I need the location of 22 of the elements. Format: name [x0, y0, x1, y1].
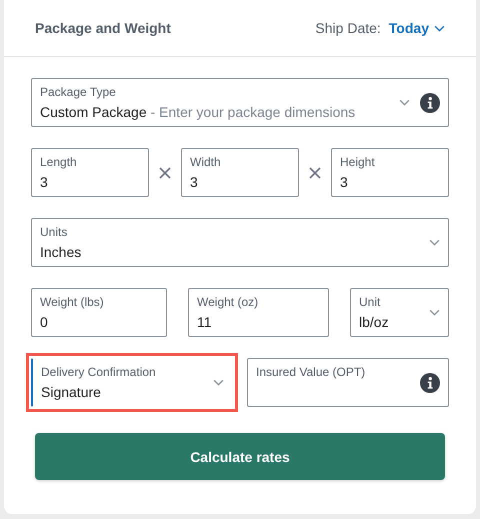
chevron-down-icon — [399, 99, 410, 106]
section-title: Package and Weight — [35, 20, 171, 36]
dropdown-field[interactable]: Unit lb/oz — [350, 288, 449, 337]
multiply-icon — [159, 166, 171, 178]
calculate-rates-button[interactable]: Calculate rates — [35, 433, 445, 480]
info-icon[interactable] — [420, 92, 440, 112]
input-field[interactable]: Height 3 — [331, 148, 449, 197]
chevron-down-icon — [434, 24, 445, 32]
ship-date-label: Ship Date: — [315, 20, 381, 36]
input-field[interactable]: Weight (lbs) 0 — [31, 288, 167, 337]
multiply-icon — [309, 166, 321, 178]
chevron-down-icon — [429, 239, 440, 246]
input-field[interactable]: Insured Value (OPT) — [247, 358, 449, 407]
input-field[interactable]: Length 3 — [31, 148, 149, 197]
input-field[interactable]: Width 3 — [181, 148, 299, 197]
chevron-down-icon — [429, 309, 440, 316]
dropdown-field[interactable]: Units Inches — [31, 218, 449, 267]
info-icon[interactable] — [420, 372, 440, 392]
input-field[interactable]: Weight (oz) 11 — [188, 288, 329, 337]
ship-date-dropdown[interactable]: Today — [388, 20, 445, 36]
chevron-down-icon — [213, 379, 224, 386]
dropdown-field[interactable]: Package Type Custom Package - Enter your package dimensions — [31, 78, 449, 127]
